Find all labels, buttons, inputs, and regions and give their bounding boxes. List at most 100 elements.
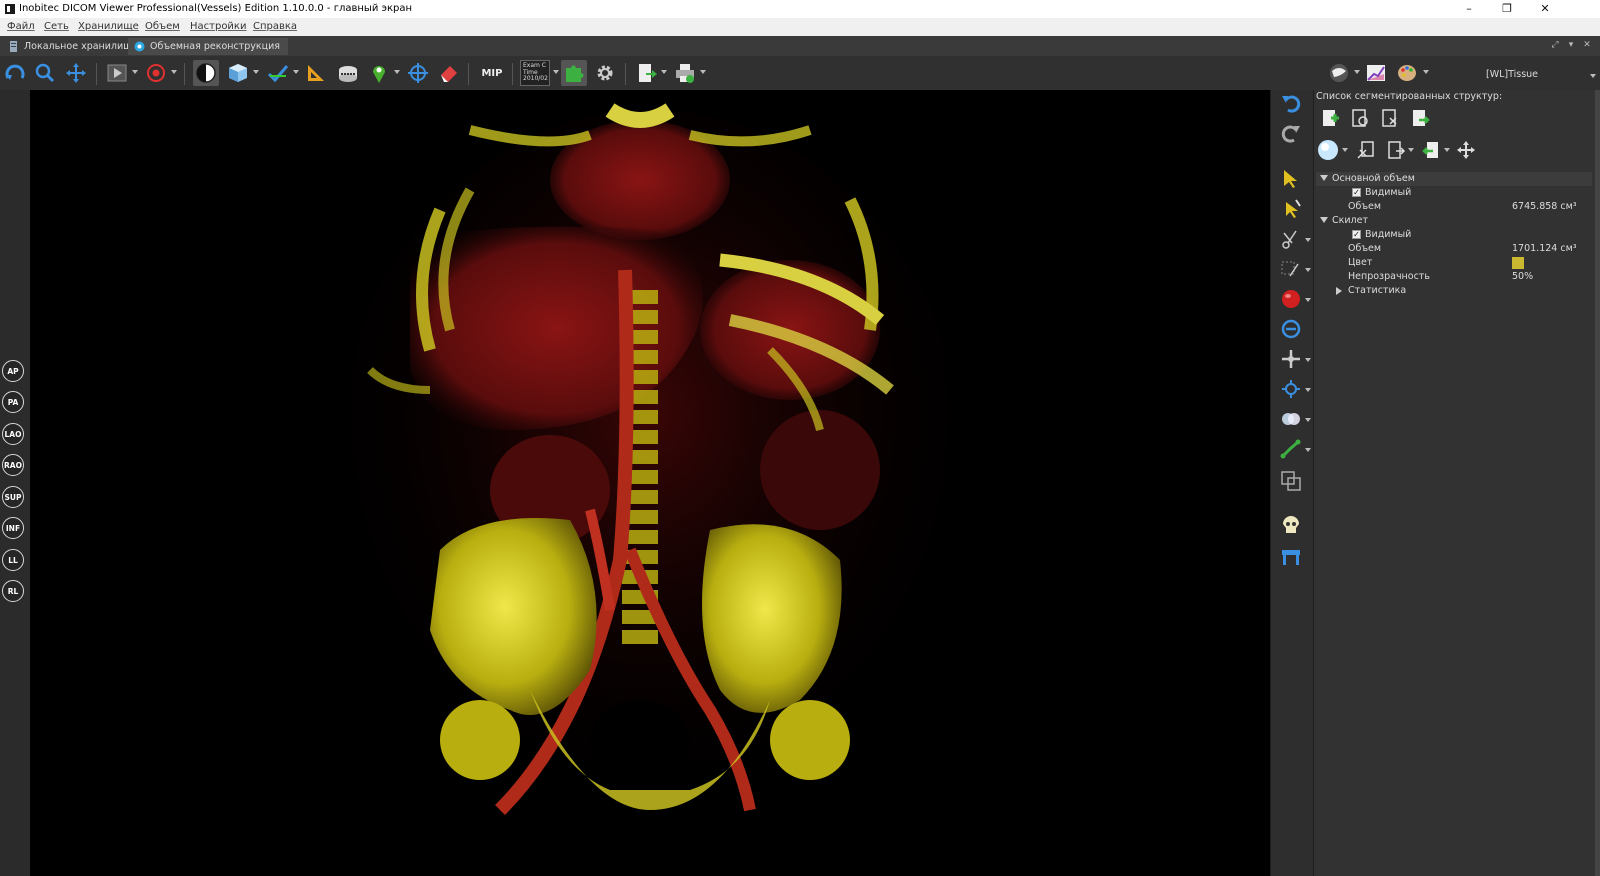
redo-button[interactable] [1277,120,1305,146]
structure-load-button[interactable] [1420,138,1444,162]
orient-rl-button[interactable]: RL [2,580,24,602]
copy-region-button[interactable] [1277,468,1305,494]
tab-close-button[interactable]: ✕ [1580,40,1594,52]
select-inverse-button[interactable] [1277,196,1305,222]
rotate-tool-button[interactable] [2,60,28,86]
transfer-function-button[interactable] [1363,60,1389,86]
tape-measure-button[interactable] [335,60,361,86]
visible-checkbox[interactable]: ✓ [1352,230,1361,239]
tab-volume-reconstruction[interactable]: Объемная реконструкция [128,38,288,55]
menu-settings[interactable]: Настройки [190,21,246,32]
panel-scrollbar[interactable] [1595,90,1600,876]
record-button[interactable] [143,60,169,86]
collapse-icon[interactable] [1320,217,1328,223]
restore-button[interactable]: ❐ [1492,1,1522,17]
chevron-down-icon[interactable] [1444,148,1450,152]
chevron-down-icon[interactable] [700,70,706,74]
rotate-icon [5,64,25,80]
volume-value: 6745.858 см³ [1512,201,1577,212]
chevron-down-icon[interactable] [253,70,259,74]
orient-sup-button[interactable]: SUP [2,486,24,508]
orient-ap-button[interactable]: AP [2,360,24,382]
ruler-tool-button[interactable] [303,60,329,86]
table-removal-button[interactable] [1277,544,1305,570]
orient-lao-button[interactable]: LAO [2,423,24,445]
chevron-down-icon[interactable] [1408,148,1414,152]
volume-render-viewport[interactable] [30,90,1270,876]
visible-checkbox[interactable]: ✓ [1352,188,1361,197]
play-button[interactable] [104,60,130,86]
tab-local-storage[interactable]: Локальное хранилище [2,38,146,55]
seed-point-button[interactable] [1277,376,1311,402]
scissors-region-button[interactable] [1277,256,1311,282]
chevron-down-icon[interactable] [394,70,400,74]
collapse-icon[interactable] [1320,175,1328,181]
structure-cut-button[interactable] [1354,138,1378,162]
select-region-button[interactable] [1277,166,1305,192]
plugin-button[interactable] [561,60,587,86]
crosshair-icon [408,63,428,83]
chevron-down-icon[interactable] [553,70,559,74]
vessel-path-button[interactable] [1277,436,1311,462]
structure-import-button[interactable] [1384,138,1408,162]
chevron-down-icon[interactable] [132,70,138,74]
pan-tool-button[interactable] [63,60,89,86]
zoom-tool-button[interactable] [32,60,58,86]
cube-render-button[interactable] [225,60,251,86]
crosshair-button[interactable] [405,60,431,86]
menu-volume[interactable]: Объем [145,21,180,32]
color-palette-button[interactable] [1394,60,1420,86]
eraser-button[interactable] [436,60,462,86]
tab-list-button[interactable]: ▾ [1564,40,1578,52]
settings-button[interactable] [592,60,618,86]
skeleton-segment-button[interactable] [1277,512,1305,538]
delete-structure-button[interactable] [1378,106,1402,130]
close-button[interactable]: ✕ [1530,1,1560,17]
table-icon [1282,550,1300,565]
chevron-down-icon[interactable] [1342,148,1348,152]
chevron-down-icon[interactable] [661,70,667,74]
wl-preset-dropdown[interactable]: [WL]Tissue [1486,69,1596,85]
link-segment-button[interactable] [1277,316,1305,342]
export-structure-button[interactable] [1408,106,1432,130]
segment-color-button[interactable] [1277,286,1311,312]
color-swatch[interactable] [1512,257,1524,269]
move-segment-button[interactable] [1277,346,1311,372]
expand-icon[interactable] [1336,287,1342,295]
window-level-button[interactable] [193,60,219,86]
opacity-value[interactable]: 50% [1512,271,1533,282]
measure-angle-button[interactable] [265,60,291,86]
minimize-button[interactable]: – [1454,1,1484,17]
chevron-down-icon[interactable] [171,70,177,74]
chevron-down-icon[interactable] [1354,70,1360,74]
menu-file[interactable]: Файл [7,21,35,32]
move-arrows-icon [66,63,86,83]
orient-pa-button[interactable]: PA [2,391,24,413]
print-button[interactable] [672,60,698,86]
orient-ll-button[interactable]: LL [2,549,24,571]
orient-rao-button[interactable]: RAO [2,454,24,476]
menu-network[interactable]: Сеть [44,21,69,32]
undo-button[interactable] [1277,90,1305,116]
overlay-info-button[interactable]: Exam C Time 2010/02 [520,60,550,86]
statistics-row[interactable]: Статистика [1316,284,1592,298]
mip-button[interactable]: MIP [478,60,506,86]
orient-inf-button[interactable]: INF [2,517,24,539]
scene-view-button[interactable] [1326,60,1352,86]
add-structure-button[interactable] [1318,106,1342,130]
menu-help[interactable]: Справка [253,21,297,32]
chevron-down-icon[interactable] [293,70,299,74]
copy-doc-icon [1352,109,1368,127]
marker-pin-button[interactable] [366,60,392,86]
export-button[interactable] [634,60,660,86]
structure-row-main-volume[interactable]: Основной объем [1316,172,1592,186]
chevron-down-icon[interactable] [1423,70,1429,74]
menu-storage[interactable]: Хранилище [78,21,139,32]
scissors-button[interactable] [1277,226,1311,252]
structure-color-button[interactable] [1316,138,1340,162]
tab-maximize-button[interactable]: ⤢ [1548,40,1562,52]
structure-move-button[interactable] [1454,138,1478,162]
structure-row-skeleton[interactable]: Скилет [1316,214,1592,228]
merge-segments-button[interactable] [1277,406,1311,432]
copy-structure-button[interactable] [1348,106,1372,130]
